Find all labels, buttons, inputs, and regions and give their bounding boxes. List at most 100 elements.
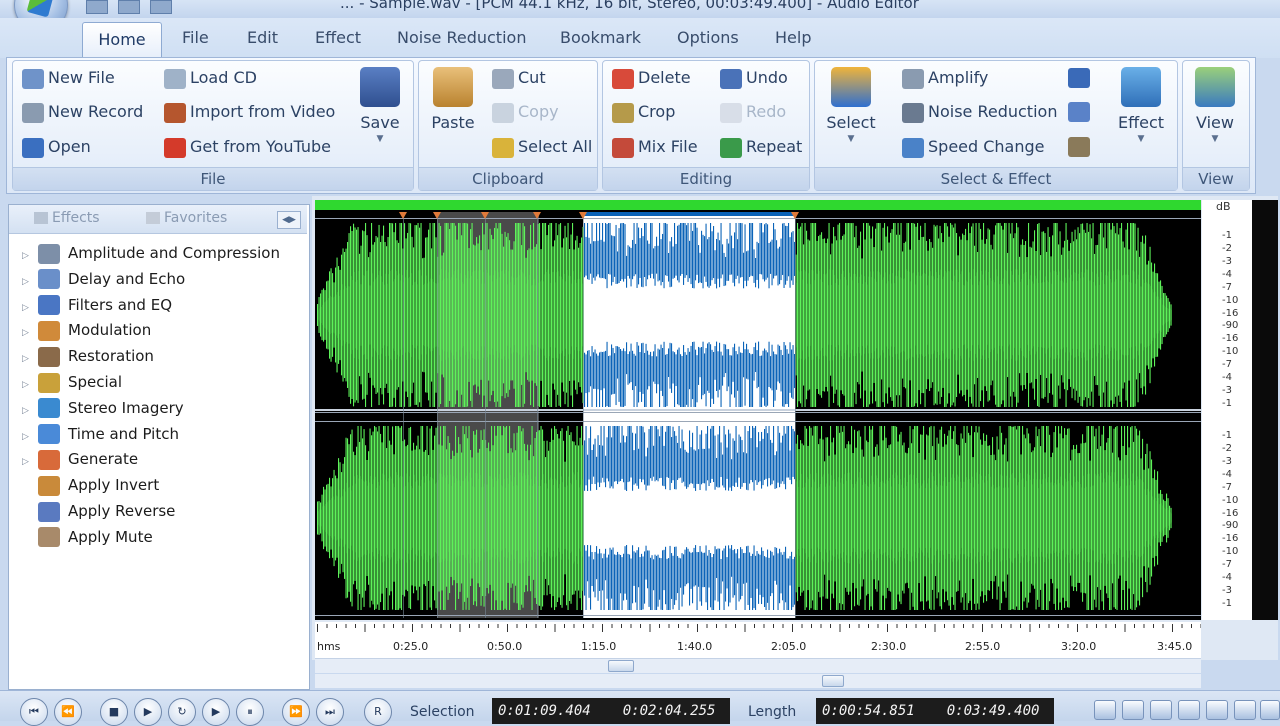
timeline-tick [535, 624, 537, 628]
tree-item[interactable]: Apply Mute [22, 524, 153, 550]
zoom-scrollbar[interactable] [315, 674, 1201, 688]
amplify-button[interactable]: Amplify [902, 63, 988, 93]
time-pitch-icon [38, 424, 60, 445]
zoom-vertical-in-icon[interactable] [1206, 700, 1228, 720]
select-all-button[interactable]: Select All [492, 132, 592, 162]
tab-effects[interactable]: Effects [34, 210, 100, 230]
play-selection-icon[interactable]: ▶ [202, 698, 230, 726]
zoom-out-icon[interactable] [1122, 700, 1144, 720]
loop-icon[interactable]: ↻ [168, 698, 196, 726]
tab-effect[interactable]: Effect [315, 28, 361, 52]
crop-button[interactable]: Crop [612, 97, 675, 127]
select-effect-group-label: Select & Effect [815, 167, 1177, 190]
clipboard-icon [433, 67, 473, 107]
go-to-end-icon[interactable]: ⏭ [316, 698, 344, 726]
view-button[interactable]: View ▼ [1186, 67, 1244, 144]
tree-item[interactable]: ▷ Amplitude and Compression [22, 240, 280, 266]
redo-button[interactable]: Redo [720, 97, 786, 127]
tree-item[interactable]: ▷ Time and Pitch [22, 421, 179, 447]
timeline-tick [792, 624, 793, 632]
effect-button[interactable]: Effect ▼ [1112, 67, 1170, 144]
horizontal-scrollbar[interactable] [315, 658, 1201, 673]
quick-open-icon[interactable] [150, 0, 172, 14]
zoom-vertical-out-icon[interactable] [1234, 700, 1256, 720]
waveform-display[interactable] [315, 200, 1201, 620]
new-file-button[interactable]: New File [22, 63, 115, 93]
new-record-button[interactable]: New Record [22, 97, 143, 127]
rewind-icon[interactable]: ⏪ [54, 698, 82, 726]
length-readout[interactable]: 0:00:54.851 0:03:49.400 [816, 698, 1054, 724]
tree-item[interactable]: ▷ Stereo Imagery [22, 395, 184, 421]
effect-shortcut-2-icon[interactable] [1068, 102, 1090, 122]
tab-edit[interactable]: Edit [247, 28, 278, 52]
effect-shortcut-3-icon[interactable] [1068, 137, 1090, 157]
save-button[interactable]: Save ▼ [351, 67, 409, 144]
tree-item-label: Restoration [68, 347, 154, 366]
tree-item[interactable]: ▷ Special [22, 369, 122, 395]
cut-button[interactable]: Cut [492, 63, 546, 93]
delete-button[interactable]: Delete [612, 63, 691, 93]
zoom-reset-icon[interactable] [1260, 700, 1280, 720]
timeline-tick [1153, 624, 1154, 628]
selection-readout[interactable]: 0:01:09.404 0:02:04.255 [492, 698, 730, 724]
open-button[interactable]: Open [22, 132, 91, 162]
load-cd-button[interactable]: Load CD [164, 63, 257, 93]
tab-noise-reduction[interactable]: Noise Reduction [397, 28, 526, 52]
db-tick: -7 [1222, 559, 1232, 571]
tree-item-label: Amplitude and Compression [68, 244, 280, 262]
undo-button[interactable]: Undo [720, 63, 788, 93]
record-icon[interactable]: R [364, 698, 392, 726]
timeline-tick [687, 624, 689, 628]
tree-item[interactable]: Apply Reverse [22, 498, 175, 524]
noise-reduction-button[interactable]: Noise Reduction [902, 97, 1057, 127]
mute-icon [38, 527, 60, 548]
speed-change-button[interactable]: Speed Change [902, 132, 1045, 162]
tree-item[interactable]: Apply Invert [22, 472, 159, 498]
timeline-tick [1096, 624, 1097, 628]
tab-options[interactable]: Options [677, 28, 739, 52]
quick-save-icon[interactable] [118, 0, 140, 14]
timeline-ruler[interactable]: hms 0:25.0 0:50.0 1:15.0 1:40.0 2:05.0 2:30.0 2… [315, 622, 1201, 658]
zoom-in-icon[interactable] [1094, 700, 1116, 720]
chevron-down-icon: ▼ [1211, 134, 1219, 144]
tab-favorites[interactable]: Favorites [146, 210, 227, 230]
copy-icon [492, 102, 514, 123]
go-to-start-icon[interactable]: ⏮ [20, 698, 48, 726]
tree-item[interactable]: ▷ Filters and EQ [22, 292, 172, 318]
tab-help[interactable]: Help [775, 28, 811, 52]
youtube-button[interactable]: Get from YouTube [164, 132, 331, 162]
channel-top-line [315, 218, 1201, 219]
db-tick: -3 [1222, 455, 1232, 467]
select-button[interactable]: Select ▼ [822, 67, 880, 144]
import-video-button[interactable]: Import from Video [164, 97, 335, 127]
panel-collapse-icon[interactable]: ◀▶ [277, 211, 301, 229]
play-icon[interactable]: ▶ [134, 698, 162, 726]
scroll-thumb[interactable] [608, 660, 634, 672]
repeat-button[interactable]: Repeat [720, 132, 802, 162]
mix-file-button[interactable]: Mix File [612, 132, 698, 162]
tree-item[interactable]: ▷ Delay and Echo [22, 266, 185, 292]
pause-icon[interactable]: ⏸ [236, 698, 264, 726]
forward-icon[interactable]: ⏩ [282, 698, 310, 726]
zoom-selection-icon[interactable] [1150, 700, 1172, 720]
tab-home[interactable]: Home [82, 22, 162, 59]
paste-button[interactable]: Paste [424, 67, 482, 132]
tab-bookmark[interactable]: Bookmark [560, 28, 641, 52]
timeline-tick [839, 624, 841, 632]
stop-icon[interactable]: ■ [100, 698, 128, 726]
timeline-tick [763, 624, 765, 628]
tree-item[interactable]: ▷ Modulation [22, 317, 151, 343]
tree-item[interactable]: ▷ Restoration [22, 343, 154, 369]
quick-access-icon[interactable] [86, 0, 108, 14]
effect-shortcut-1-icon[interactable] [1068, 68, 1090, 88]
zoom-thumb[interactable] [822, 675, 844, 687]
tree-item[interactable]: ▷ Generate [22, 446, 138, 472]
length-label: Length [748, 704, 797, 720]
tab-file[interactable]: File [182, 28, 209, 52]
youtube-icon [164, 137, 186, 158]
copy-button[interactable]: Copy [492, 97, 559, 127]
zoom-full-icon[interactable] [1178, 700, 1200, 720]
repeat-icon [720, 137, 742, 158]
timeline-tick [545, 624, 546, 628]
timeline-tick [374, 624, 375, 628]
